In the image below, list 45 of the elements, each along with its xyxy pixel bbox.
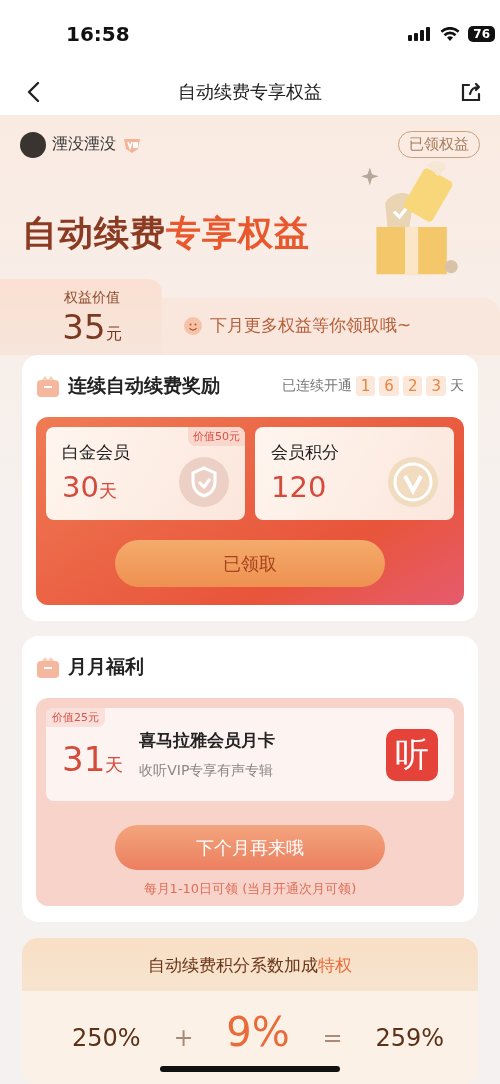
reward-name: 会员积分 — [271, 441, 339, 464]
page-title: 自动续费专享权益 — [178, 79, 322, 104]
operator-sign: + — [173, 1024, 194, 1052]
smile-icon — [184, 316, 202, 335]
offer-subtitle: 收听VIP专享有声专辑 — [139, 762, 275, 780]
streak-digit: 2 — [402, 376, 423, 396]
streak-digit: 1 — [355, 376, 376, 396]
signal-icon — [408, 27, 433, 41]
gift-icon — [36, 656, 60, 678]
value-tag: 价值25元 — [46, 708, 105, 727]
next-month-button[interactable]: 下个月再来哦 — [115, 825, 385, 870]
reward-name: 白金会员 — [62, 441, 130, 464]
message-text: 下月更多权益等你领取哦~ — [210, 314, 412, 337]
back-icon[interactable] — [26, 80, 40, 103]
gift-icon — [36, 375, 60, 397]
claimed-button[interactable]: 已领取 — [115, 540, 385, 587]
avatar — [20, 131, 46, 158]
bonus-title: 自动续费积分系数加成特权 — [148, 955, 352, 975]
bonus-percentage: 9% — [226, 1009, 290, 1055]
streak-digit: 3 — [426, 376, 446, 396]
battery-indicator: 76 — [468, 26, 495, 42]
streak-digit: 6 — [379, 376, 399, 396]
coin-icon — [388, 457, 438, 507]
claim-note: 每月1-10日可领 (当月开通次月可领) — [143, 880, 357, 898]
value-tag: 价值50元 — [188, 427, 245, 446]
app-logo: 听 — [386, 728, 438, 781]
offer-title: 喜马拉雅会员月卡 — [139, 729, 276, 752]
share-icon[interactable] — [460, 81, 482, 102]
coefficient-value: 259% — [375, 1024, 444, 1052]
operator-sign: = — [322, 1024, 343, 1052]
benefit-value-amount: 35 元 — [62, 307, 122, 347]
card-title: 连续自动续费奖励 — [68, 373, 220, 398]
user-name: 湮没湮没 — [52, 134, 116, 155]
status-time: 16:58 — [66, 22, 130, 46]
headline: 自动续费专享权益 — [22, 212, 310, 255]
offer-duration: 31天 — [62, 738, 124, 779]
wifi-icon — [440, 27, 461, 41]
streak-unit: 天 — [450, 377, 464, 395]
benefit-value-label: 权益价值 — [64, 289, 120, 307]
card-title: 月月福利 — [68, 654, 144, 679]
reward-amount: 30天 — [62, 470, 117, 504]
streak-label: 已连续开通 — [281, 377, 352, 395]
reward-amount: 120 — [271, 470, 327, 504]
shield-icon — [179, 457, 229, 507]
coefficient-value: 250% — [72, 1024, 141, 1052]
